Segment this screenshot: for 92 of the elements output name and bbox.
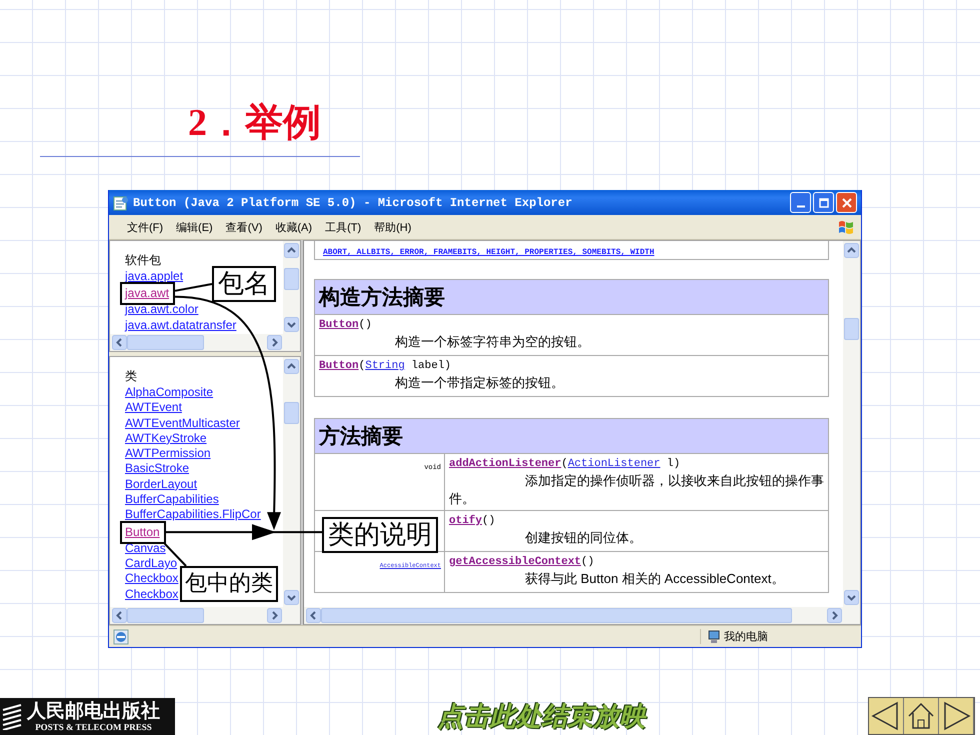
vertical-scrollbar[interactable] bbox=[283, 241, 300, 334]
signature-text: () bbox=[581, 556, 594, 568]
method-link[interactable]: getAccessibleContext bbox=[449, 556, 582, 568]
scroll-up-button[interactable] bbox=[284, 359, 299, 374]
description: 构造一个标签字符串为空的按钮。 bbox=[394, 333, 591, 351]
method-link[interactable]: Button bbox=[319, 319, 359, 331]
nav-link[interactable]: BufferCapabilities bbox=[125, 492, 219, 508]
nav-link[interactable]: java.applet bbox=[125, 269, 184, 284]
leader-line bbox=[174, 283, 212, 292]
nav-link[interactable]: java.awt.datatransfer bbox=[125, 318, 236, 333]
type-link[interactable]: String bbox=[365, 360, 405, 372]
table-heading: 构造方法摘要 bbox=[315, 280, 828, 314]
nav-link[interactable]: CardLayo bbox=[125, 556, 178, 572]
menu-item[interactable]: 查看(V) bbox=[226, 220, 262, 234]
nav-link[interactable]: AWTPermission bbox=[125, 446, 211, 462]
nav-link[interactable]: BorderLayout bbox=[125, 476, 198, 492]
method-link[interactable]: addActionListener bbox=[449, 458, 562, 470]
horizontal-scrollbar[interactable] bbox=[110, 607, 300, 624]
nav-link[interactable]: AlphaComposite bbox=[125, 385, 214, 400]
scroll-thumb[interactable] bbox=[127, 608, 204, 623]
nav-link[interactable]: AWTEvent bbox=[125, 400, 182, 416]
callout-label: 包中的类 bbox=[180, 566, 278, 602]
publisher-name: 人民邮电出版社 bbox=[27, 700, 160, 722]
scroll-left-button[interactable] bbox=[112, 608, 127, 623]
minimize-icon bbox=[796, 205, 804, 208]
table-heading: 方法摘要 bbox=[315, 419, 828, 453]
close-icon bbox=[842, 198, 852, 208]
page-icon bbox=[113, 194, 129, 210]
scroll-thumb[interactable] bbox=[321, 608, 792, 623]
scroll-right-button[interactable] bbox=[827, 608, 842, 623]
scroll-left-button[interactable] bbox=[112, 335, 127, 350]
signature-text: ( bbox=[358, 360, 366, 372]
signature-text: l) bbox=[666, 458, 680, 470]
menu-item[interactable]: 文件(F) bbox=[127, 220, 164, 234]
vertical-scrollbar[interactable] bbox=[283, 357, 300, 607]
scroll-down-button[interactable] bbox=[844, 590, 859, 605]
scroll-right-button[interactable] bbox=[267, 608, 282, 623]
maximize-icon bbox=[818, 198, 828, 208]
signature-text: label) bbox=[410, 360, 452, 372]
description: 创建按钮的同位体。 bbox=[524, 529, 643, 547]
callout-label: 类的说明 bbox=[322, 517, 438, 553]
type-link[interactable]: ActionListener bbox=[568, 458, 660, 470]
nav-link[interactable]: Canvas bbox=[125, 540, 166, 556]
signature-text: () bbox=[358, 319, 372, 331]
horizontal-scrollbar[interactable] bbox=[110, 334, 300, 351]
menu-item[interactable]: 工具(T) bbox=[325, 220, 362, 234]
menu-item[interactable]: 编辑(E) bbox=[176, 220, 213, 234]
nav-link[interactable]: BasicStroke bbox=[125, 461, 190, 477]
field-links[interactable]: ABORT, ALLBITS, ERROR, FRAMEBITS, HEIGHT, PROPERTIES, SOMEBITS, WIDTH bbox=[323, 247, 654, 259]
close-button[interactable] bbox=[836, 192, 857, 213]
nav-link[interactable]: Button bbox=[125, 524, 160, 539]
nav-link[interactable]: Checkbox bbox=[125, 586, 178, 602]
vertical-scrollbar[interactable] bbox=[843, 241, 860, 607]
method-link[interactable]: otify bbox=[449, 515, 482, 527]
scroll-thumb[interactable] bbox=[284, 402, 299, 424]
nav-link[interactable]: java.awt.color bbox=[125, 302, 198, 318]
scroll-thumb[interactable] bbox=[284, 268, 299, 290]
description: 构造一个带指定标签的按钮。 bbox=[394, 374, 565, 392]
menu-item[interactable]: 帮助(H) bbox=[374, 220, 412, 234]
publisher-name-english: POSTS & TELECOM PRESS bbox=[35, 722, 152, 732]
zone-label: 我的电脑 bbox=[724, 630, 768, 644]
list-heading: 类 bbox=[125, 369, 137, 384]
description: 获得与此 Button 相关的 AccessibleContext。 bbox=[524, 570, 786, 588]
scroll-up-button[interactable] bbox=[284, 243, 299, 258]
scroll-thumb[interactable] bbox=[127, 335, 204, 350]
slide-title: 2．举例 bbox=[188, 101, 321, 146]
method-link[interactable]: Button bbox=[319, 360, 359, 372]
maximize-button[interactable] bbox=[813, 192, 834, 213]
scroll-down-button[interactable] bbox=[284, 590, 299, 605]
menu-item[interactable]: 收藏(A) bbox=[275, 220, 312, 234]
scroll-thumb[interactable] bbox=[844, 318, 859, 340]
scroll-left-button[interactable] bbox=[306, 608, 321, 623]
nav-link[interactable]: AWTKeyStroke bbox=[125, 430, 207, 446]
description: 添加指定的操作侦听器，以接收来自此按钮的操作事件。 bbox=[449, 472, 825, 508]
scroll-down-button[interactable] bbox=[284, 317, 299, 332]
scroll-right-button[interactable] bbox=[267, 335, 282, 350]
horizontal-scrollbar[interactable] bbox=[304, 607, 860, 624]
minimize-button[interactable] bbox=[790, 192, 811, 213]
back-button[interactable] bbox=[869, 698, 904, 734]
nav-link[interactable]: Checkbox bbox=[125, 571, 178, 587]
nav-link[interactable]: AWTEventMulticaster bbox=[125, 416, 240, 431]
scroll-up-button[interactable] bbox=[844, 243, 859, 258]
windows-flag-icon bbox=[837, 219, 855, 235]
window-title: Button (Java 2 Platform SE 5.0) - Microsoft Internet Explorer bbox=[133, 196, 574, 210]
signature-text: () bbox=[482, 515, 496, 527]
nav-link[interactable]: java.awt bbox=[125, 286, 170, 300]
callout-label: 包名 bbox=[212, 266, 276, 302]
list-heading: 软件包 bbox=[125, 253, 161, 268]
nav-link[interactable]: BufferCapabilities.FlipCor bbox=[125, 507, 261, 523]
stripes-icon bbox=[2, 704, 24, 730]
signature-text: ( bbox=[561, 458, 568, 470]
computer-icon bbox=[707, 630, 721, 644]
